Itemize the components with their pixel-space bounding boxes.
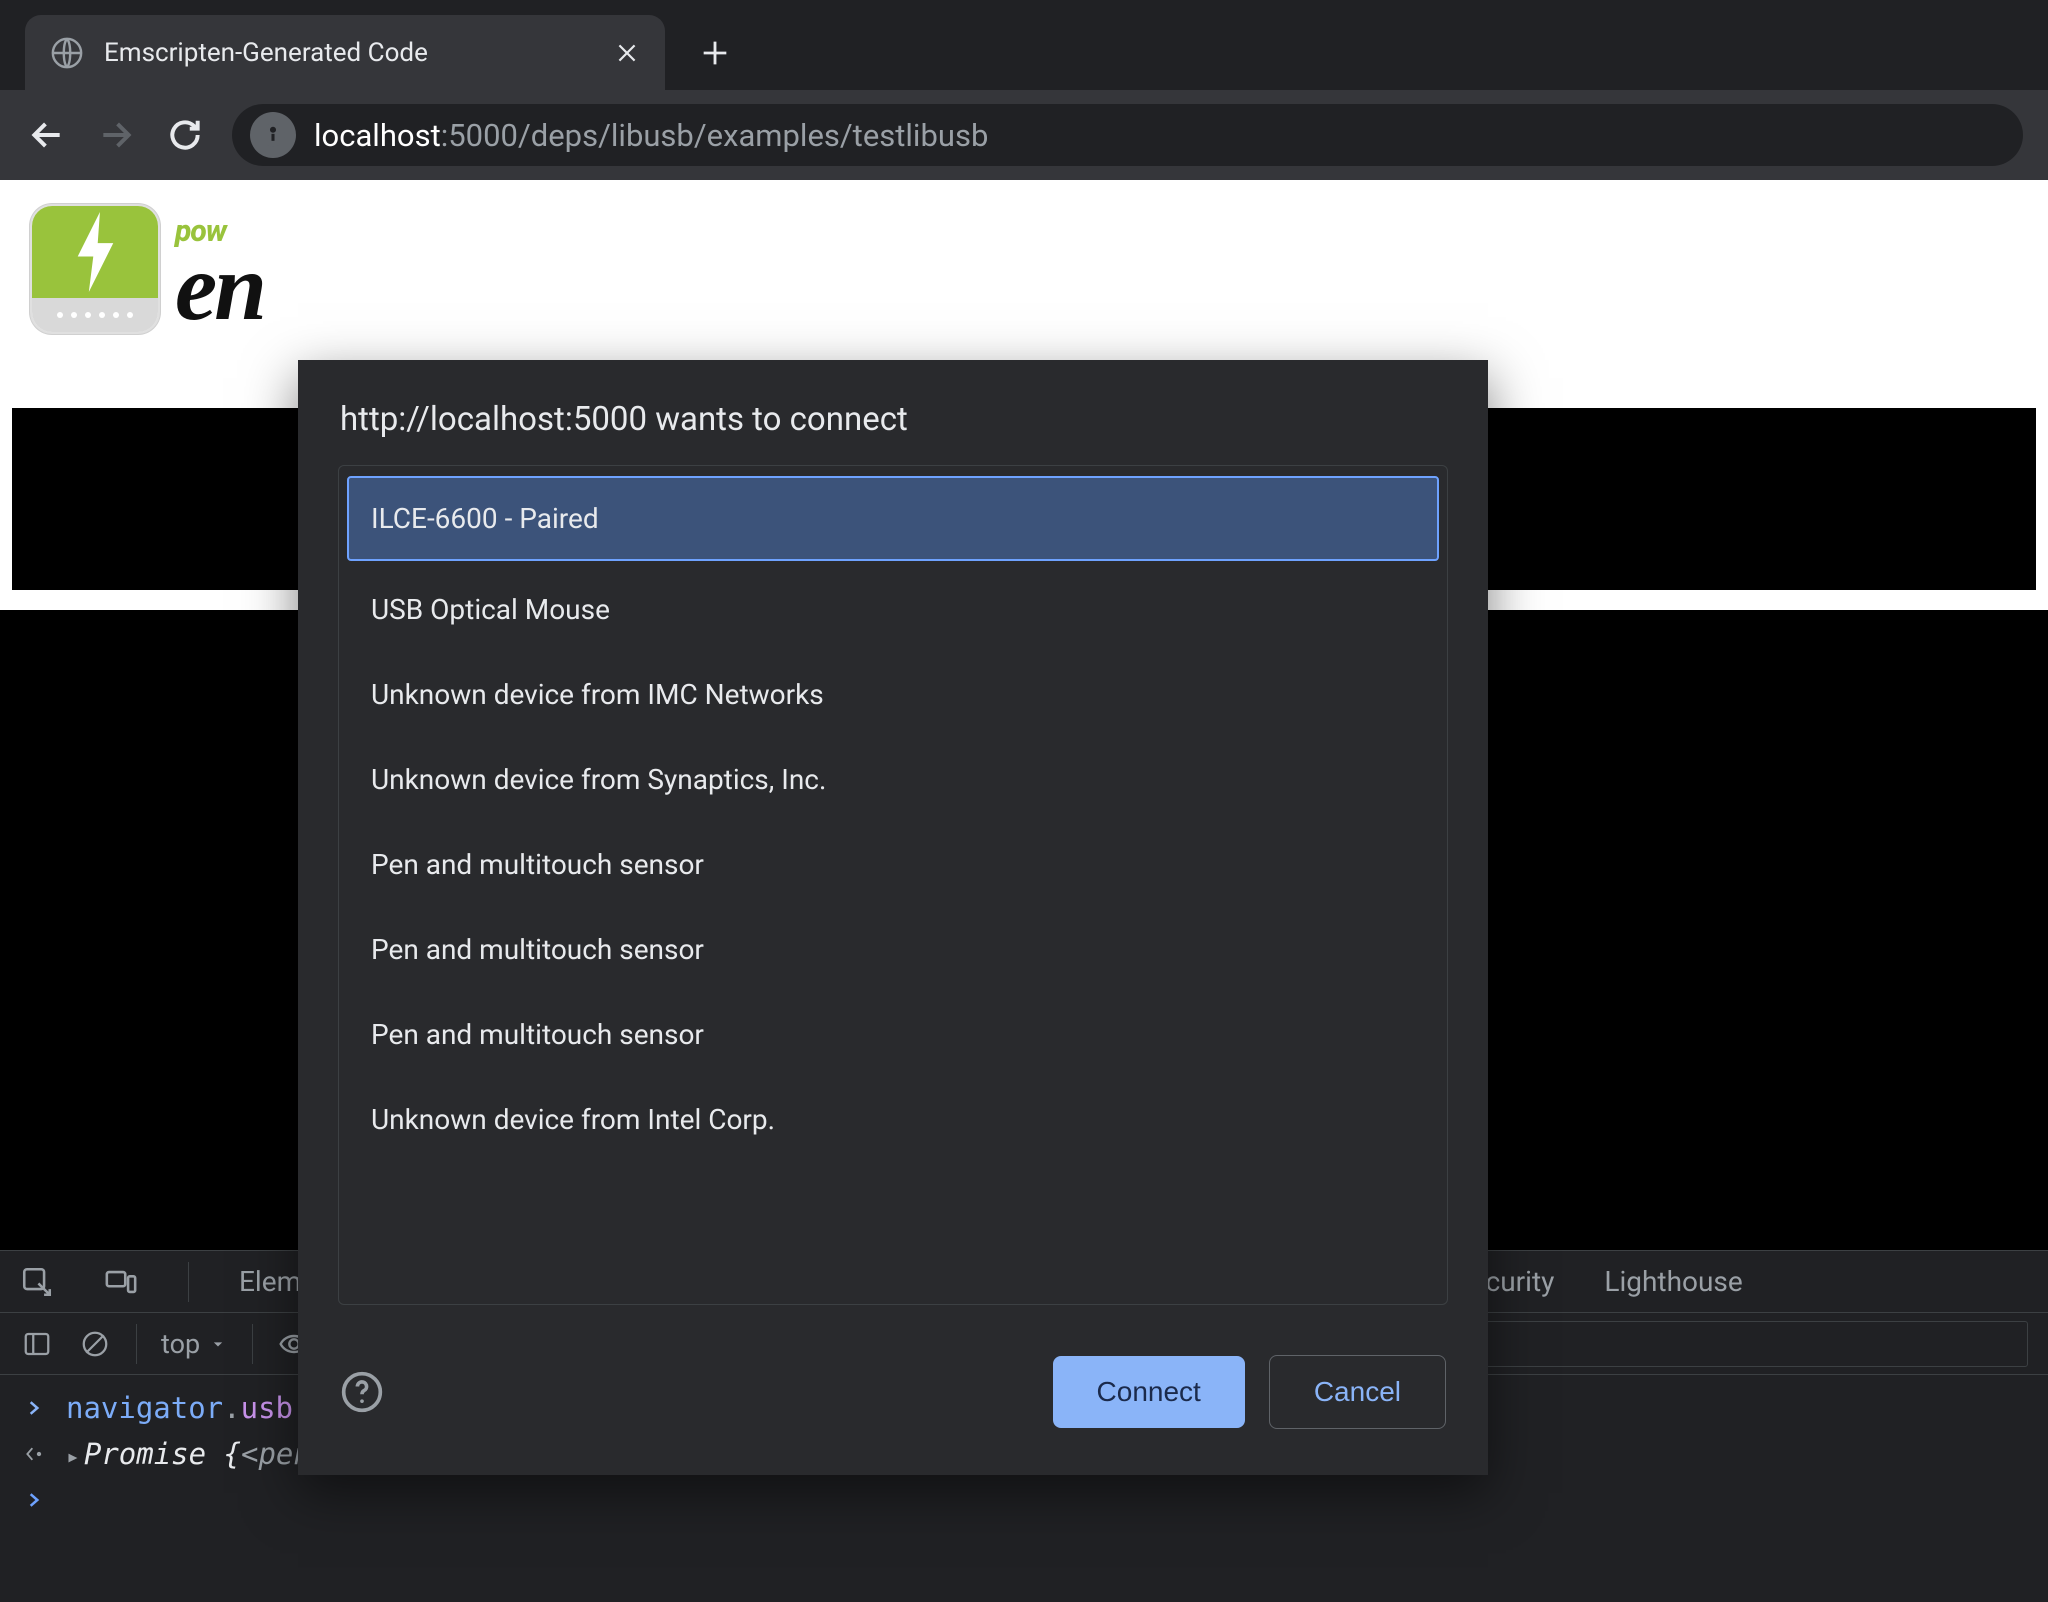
url-text: localhost:5000/deps/libusb/examples/test… bbox=[314, 117, 988, 154]
browser-tab[interactable]: Emscripten-Generated Code bbox=[25, 15, 665, 90]
devtools-tab-lighthouse[interactable]: Lighthouse bbox=[1604, 1265, 1742, 1298]
console-sidebar-icon[interactable] bbox=[20, 1327, 54, 1361]
device-item[interactable]: USB Optical Mouse bbox=[347, 567, 1439, 652]
emscripten-logo: pow en bbox=[30, 204, 264, 334]
browser-toolbar: localhost:5000/deps/libusb/examples/test… bbox=[0, 90, 2048, 180]
tab-title: Emscripten-Generated Code bbox=[104, 38, 594, 68]
reload-button[interactable] bbox=[163, 113, 207, 157]
logo-en-text: en bbox=[175, 249, 264, 325]
help-icon[interactable] bbox=[340, 1370, 384, 1414]
console-line-prompt[interactable] bbox=[20, 1477, 2028, 1523]
back-button[interactable] bbox=[25, 113, 69, 157]
device-item[interactable]: Unknown device from IMC Networks bbox=[347, 652, 1439, 737]
clear-console-icon[interactable] bbox=[78, 1327, 112, 1361]
tab-strip: Emscripten-Generated Code bbox=[0, 0, 2048, 90]
emscripten-logo-badge bbox=[30, 204, 160, 334]
webusb-dialog: http://localhost:5000 wants to connect I… bbox=[298, 360, 1488, 1475]
device-item[interactable]: ILCE-6600 - Paired bbox=[347, 476, 1439, 561]
device-item[interactable]: Unknown device from Synaptics, Inc. bbox=[347, 737, 1439, 822]
cancel-button[interactable]: Cancel bbox=[1269, 1355, 1446, 1429]
page-content: pow en http://localhost:5000 wants to co… bbox=[0, 180, 2048, 1250]
console-return-icon bbox=[20, 1437, 48, 1471]
device-toolbar-icon[interactable] bbox=[104, 1265, 138, 1299]
device-item[interactable]: Pen and multitouch sensor bbox=[347, 907, 1439, 992]
device-item[interactable]: Unknown device from Intel Corp. bbox=[347, 1077, 1439, 1162]
device-list: ILCE-6600 - Paired USB Optical Mouse Unk… bbox=[338, 465, 1448, 1305]
inspect-icon[interactable] bbox=[20, 1265, 54, 1299]
connect-button[interactable]: Connect bbox=[1053, 1356, 1245, 1428]
address-bar[interactable]: localhost:5000/deps/libusb/examples/test… bbox=[232, 104, 2023, 166]
forward-button[interactable] bbox=[94, 113, 138, 157]
console-prompt-icon bbox=[20, 1483, 48, 1517]
site-info-icon[interactable] bbox=[250, 112, 296, 158]
dialog-title: http://localhost:5000 wants to connect bbox=[298, 360, 1488, 465]
globe-icon bbox=[50, 36, 84, 70]
device-item[interactable]: Pen and multitouch sensor bbox=[347, 992, 1439, 1077]
console-context-selector[interactable]: top bbox=[161, 1328, 228, 1360]
device-item[interactable]: Pen and multitouch sensor bbox=[347, 822, 1439, 907]
console-prompt-icon bbox=[20, 1391, 48, 1425]
close-tab-icon[interactable] bbox=[614, 40, 640, 66]
new-tab-button[interactable] bbox=[690, 28, 740, 78]
